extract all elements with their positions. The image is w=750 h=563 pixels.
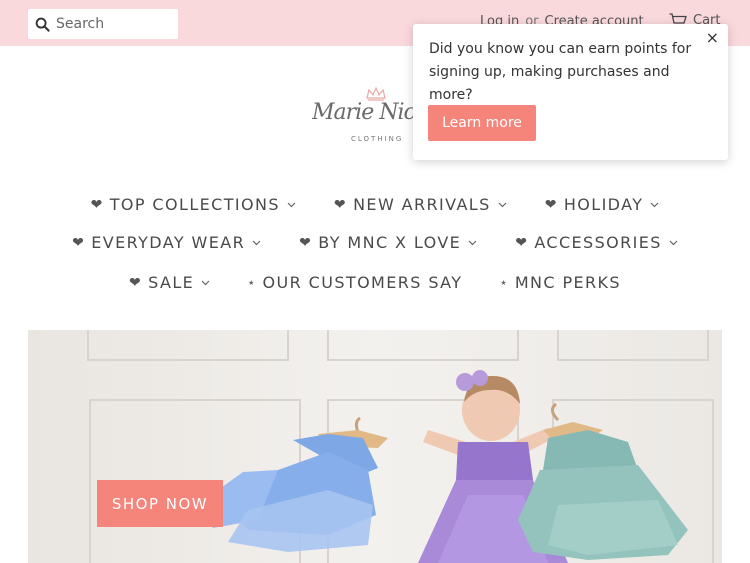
heart-icon: ❤ [299,234,313,251]
heart-icon: ❤ [129,274,143,291]
hero-banner[interactable]: SHOP NOW [28,330,722,563]
heart-icon: ❤ [72,234,86,251]
search-box[interactable] [28,9,178,39]
nav-item-accessories[interactable]: ❤ ACCESSORIES [515,233,678,252]
star-icon: ⭑ [248,275,256,289]
nav-item-top-collections[interactable]: ❤ TOP COLLECTIONS [91,195,296,214]
heart-icon: ❤ [333,196,348,213]
nav-item-everyday-wear[interactable]: ❤ EVERYDAY WEAR [72,233,261,252]
chevron-down-icon [201,280,210,286]
nav-row-3: ❤ SALE ⭑ OUR CUSTOMERS SAY ⭑ MNC PERKS [0,273,750,292]
chevron-down-icon [669,240,678,246]
chevron-down-icon [498,202,507,208]
nav-item-label: MNC PERKS [514,273,621,292]
nav-item-label: BY MNC X LOVE [318,233,462,252]
chevron-down-icon [650,202,659,208]
nav-item-label: NEW ARRIVALS [353,195,491,214]
nav-item-holiday[interactable]: ❤ HOLIDAY [545,195,660,214]
nav-item-mnc-perks[interactable]: ⭑ MNC PERKS [500,273,621,292]
heart-icon: ❤ [544,196,558,213]
nav-item-label: TOP COLLECTIONS [109,195,280,214]
nav-item-our-customers-say[interactable]: ⭑ OUR CUSTOMERS SAY [248,273,462,292]
chevron-down-icon [468,240,477,246]
nav-item-label: OUR CUSTOMERS SAY [262,273,463,292]
shop-now-button[interactable]: SHOP NOW [97,480,223,527]
nav-item-sale[interactable]: ❤ SALE [129,273,210,292]
heart-icon: ❤ [515,234,529,251]
nav-item-label: EVERYDAY WEAR [91,233,246,252]
nav-item-label: SALE [148,273,195,292]
nav-item-label: HOLIDAY [563,195,644,214]
nav-item-label: ACCESSORIES [534,233,662,252]
search-icon[interactable] [28,9,56,39]
nav-item-new-arrivals[interactable]: ❤ NEW ARRIVALS [334,195,507,214]
heart-icon: ❤ [90,196,104,213]
chevron-down-icon [252,240,261,246]
search-input[interactable] [56,10,166,38]
learn-more-button[interactable]: Learn more [428,105,536,141]
rewards-message: Did you know you can earn points for sig… [429,41,692,103]
logo-subtitle: CLOTHING [351,135,404,143]
hero-photo [28,330,722,563]
nav-row-2: ❤ EVERYDAY WEAR ❤ BY MNC X LOVE ❤ ACCESS… [0,233,750,252]
nav-item-by-mnc-x-love[interactable]: ❤ BY MNC X LOVE [299,233,477,252]
nav-row-1: ❤ TOP COLLECTIONS ❤ NEW ARRIVALS ❤ HOLID… [0,195,750,214]
star-icon: ⭑ [500,275,508,289]
chevron-down-icon [287,202,296,208]
rewards-popup: × Did you know you can earn points for s… [413,24,728,160]
